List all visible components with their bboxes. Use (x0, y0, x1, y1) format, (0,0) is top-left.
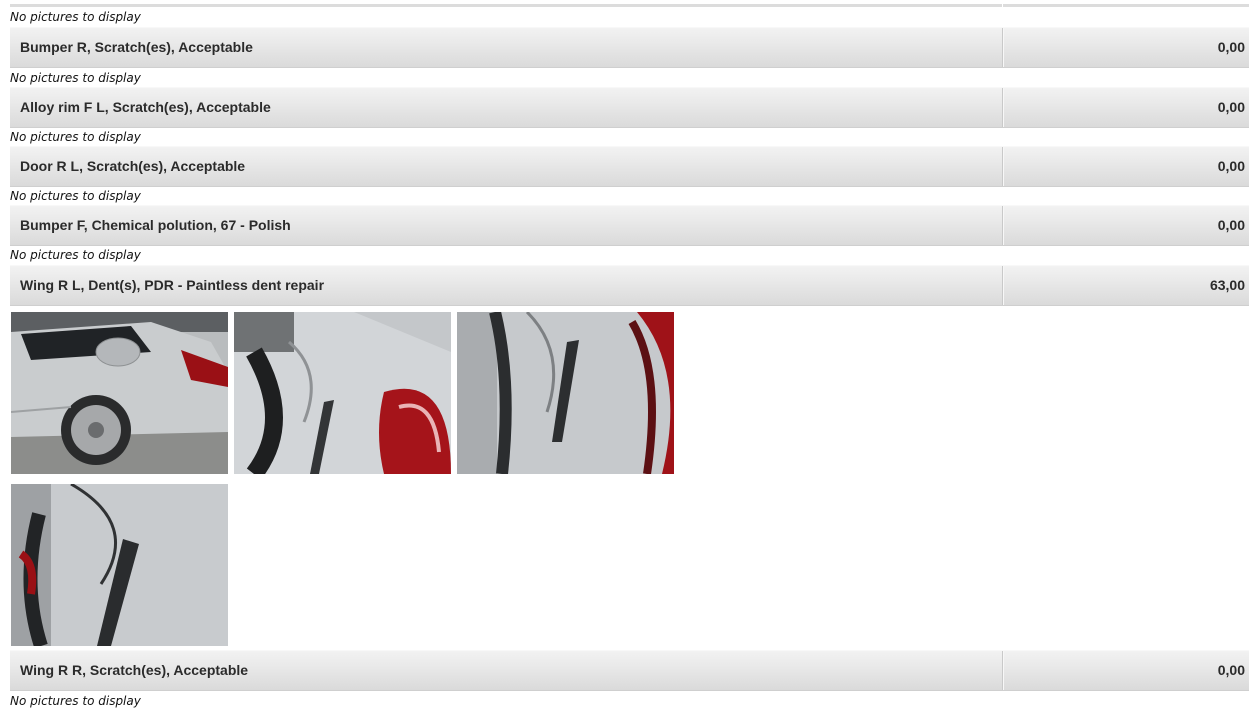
damage-photo-thumbnail[interactable] (234, 312, 451, 474)
damage-amount: 0,00 (1217, 158, 1245, 174)
no-pictures-note: No pictures to display (10, 71, 141, 85)
damage-row[interactable]: Bumper R, Scratch(es), Acceptable 0,00 (10, 27, 1249, 68)
no-pictures-note: No pictures to display (10, 694, 141, 708)
damage-photo-thumbnail[interactable] (457, 312, 674, 474)
column-divider (1002, 266, 1003, 305)
damage-amount: 0,00 (1217, 99, 1245, 115)
column-divider (1002, 88, 1003, 127)
wing-dent-closeup-photo (234, 312, 451, 474)
damage-amount: 63,00 (1209, 277, 1245, 293)
damage-amount: 0,00 (1217, 39, 1245, 55)
damage-description: Wing R R, Scratch(es), Acceptable (20, 662, 249, 678)
column-divider (1002, 147, 1003, 186)
damage-row[interactable]: Door R L, Scratch(es), Acceptable 0,00 (10, 146, 1249, 187)
damage-row[interactable]: Alloy rim F L, Scratch(es), Acceptable 0… (10, 87, 1249, 128)
damage-description: Door R L, Scratch(es), Acceptable (20, 158, 246, 174)
column-divider (1002, 206, 1003, 245)
damage-row[interactable]: Bumper F, Chemical polution, 67 - Polish… (10, 205, 1249, 246)
damage-description: Wing R L, Dent(s), PDR - Paintless dent … (20, 277, 325, 293)
damage-amount: 0,00 (1217, 662, 1245, 678)
damage-photo-thumbnail[interactable] (11, 484, 228, 646)
wing-dent-closeup-photo (11, 484, 228, 646)
no-pictures-note: No pictures to display (10, 130, 141, 144)
no-pictures-note: No pictures to display (10, 248, 141, 262)
column-divider (1002, 651, 1003, 690)
no-pictures-note: No pictures to display (10, 10, 141, 24)
damage-description: Bumper R, Scratch(es), Acceptable (20, 39, 253, 55)
column-divider (1002, 28, 1003, 67)
damage-description: Bumper F, Chemical polution, 67 - Polish (20, 217, 291, 233)
wing-dent-closeup-photo (457, 312, 674, 474)
damage-amount: 0,00 (1217, 217, 1245, 233)
damage-description: Alloy rim F L, Scratch(es), Acceptable (20, 99, 271, 115)
damage-row[interactable]: Wing R L, Dent(s), PDR - Paintless dent … (10, 265, 1249, 306)
top-divider (10, 4, 1249, 7)
no-pictures-note: No pictures to display (10, 189, 141, 203)
damage-photo-thumbnail[interactable] (11, 312, 228, 474)
silver-car-rear-side-photo (11, 312, 228, 474)
damage-row[interactable]: Wing R R, Scratch(es), Acceptable 0,00 (10, 650, 1249, 691)
